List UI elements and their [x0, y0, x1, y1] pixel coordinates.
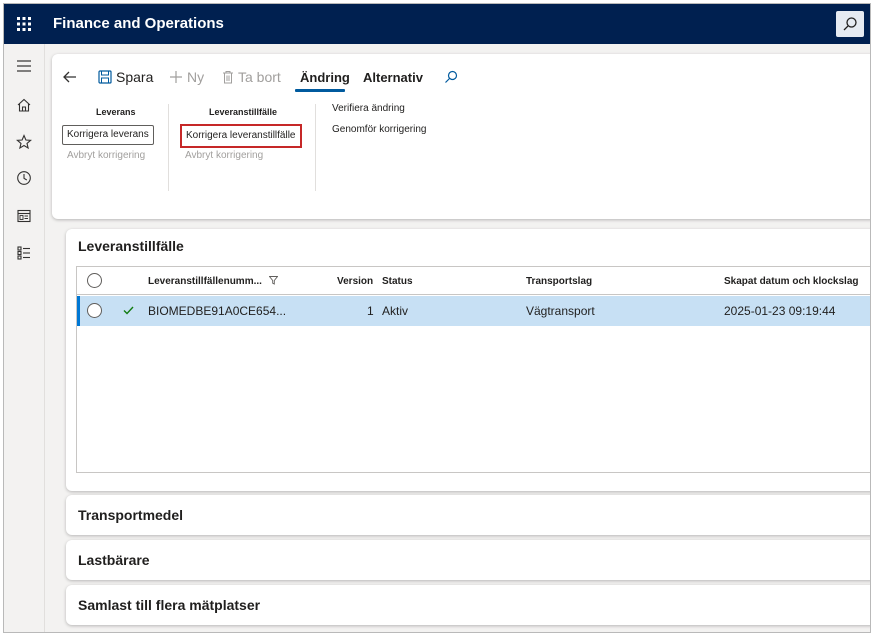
- column-header-created[interactable]: Skapat datum och klockslag: [724, 276, 859, 287]
- group-divider: [168, 104, 169, 191]
- correct-delivery-button[interactable]: Korrigera leverans: [62, 125, 154, 145]
- delete-button[interactable]: Ta bort: [222, 66, 281, 88]
- fasttab-samlast[interactable]: Samlast till flera mätplatser: [66, 585, 870, 625]
- column-header-number[interactable]: Leveranstillfällenumm...: [148, 276, 279, 287]
- group-title-leverans: Leverans: [96, 107, 136, 117]
- menu-icon[interactable]: [14, 56, 34, 76]
- action-pane: Spara Ny Ta bort Ändring Alternativ Leve…: [52, 54, 870, 219]
- cell-version: 1: [367, 304, 374, 318]
- save-button[interactable]: Spara: [98, 66, 153, 88]
- delivery-occasion-grid: Leveranstillfällenumm... Version Status …: [76, 266, 870, 473]
- home-icon[interactable]: [14, 95, 34, 115]
- app-window: Finance and Operations Spara Ny Ta bort …: [3, 3, 871, 633]
- delete-label: Ta bort: [238, 69, 281, 85]
- cancel-occasion-correction-button[interactable]: Avbryt korrigering: [181, 147, 267, 167]
- cell-status: Aktiv: [382, 304, 409, 318]
- column-header-number-label: Leveranstillfällenumm...: [148, 276, 262, 287]
- search-icon[interactable]: [444, 66, 458, 88]
- new-label: Ny: [187, 69, 205, 85]
- active-tab-indicator: [295, 89, 345, 92]
- column-header-version[interactable]: Version: [337, 276, 373, 287]
- fasttab-title: Lastbärare: [78, 552, 150, 568]
- fasttab-lastbarare[interactable]: Lastbärare: [66, 540, 870, 580]
- fasttab-transportmedel[interactable]: Transportmedel: [66, 495, 870, 535]
- column-header-transport[interactable]: Transportslag: [526, 276, 592, 287]
- cell-number[interactable]: BIOMEDBE91A0CE654...: [148, 304, 286, 318]
- row-select-radio[interactable]: [87, 303, 102, 318]
- workspaces-icon[interactable]: [14, 206, 34, 226]
- fasttab-title: Samlast till flera mätplatser: [78, 597, 261, 613]
- left-navigation: [4, 44, 45, 632]
- group-title-leveranstillfalle: Leveranstillfälle: [209, 107, 278, 117]
- new-button[interactable]: Ny: [169, 66, 204, 88]
- plus-icon: [170, 71, 182, 83]
- favorites-star-icon[interactable]: [14, 132, 34, 152]
- group-divider: [315, 104, 316, 191]
- checkmark-icon: [123, 306, 134, 315]
- filter-icon[interactable]: [268, 276, 279, 285]
- correct-delivery-occasion-button[interactable]: Korrigera leveranstillfälle: [180, 124, 302, 148]
- modules-list-icon[interactable]: [14, 243, 34, 263]
- cancel-delivery-correction-button[interactable]: Avbryt korrigering: [63, 147, 149, 167]
- verify-change-button[interactable]: Verifiera ändring: [328, 100, 409, 120]
- section-title: Leveranstillfälle: [78, 238, 184, 254]
- save-icon: [98, 70, 112, 84]
- tab-alternativ[interactable]: Alternativ: [363, 66, 423, 88]
- save-label: Spara: [116, 69, 154, 85]
- select-all-radio[interactable]: [87, 273, 102, 288]
- back-arrow-icon: [63, 71, 76, 83]
- recent-clock-icon[interactable]: [14, 168, 34, 188]
- tab-andring[interactable]: Ändring: [300, 66, 350, 88]
- delivery-occasion-section: Leveranstillfälle Leveranstillfällenumm.…: [66, 229, 870, 491]
- grid-header: Leveranstillfällenumm... Version Status …: [77, 267, 870, 295]
- column-header-status[interactable]: Status: [382, 276, 413, 287]
- top-bar: Finance and Operations: [4, 4, 870, 44]
- search-icon[interactable]: [836, 11, 864, 37]
- cell-created: 2025-01-23 09:19:44: [724, 304, 836, 318]
- execute-correction-button[interactable]: Genomför korrigering: [328, 121, 430, 141]
- back-button[interactable]: [62, 66, 78, 88]
- trash-icon: [223, 71, 233, 84]
- table-row[interactable]: BIOMEDBE91A0CE654... 1 Aktiv Vägtranspor…: [77, 296, 870, 326]
- app-launcher-icon[interactable]: [4, 4, 44, 44]
- app-title: Finance and Operations: [53, 15, 224, 32]
- cell-transport: Vägtransport: [526, 304, 595, 318]
- fasttab-title: Transportmedel: [78, 507, 184, 523]
